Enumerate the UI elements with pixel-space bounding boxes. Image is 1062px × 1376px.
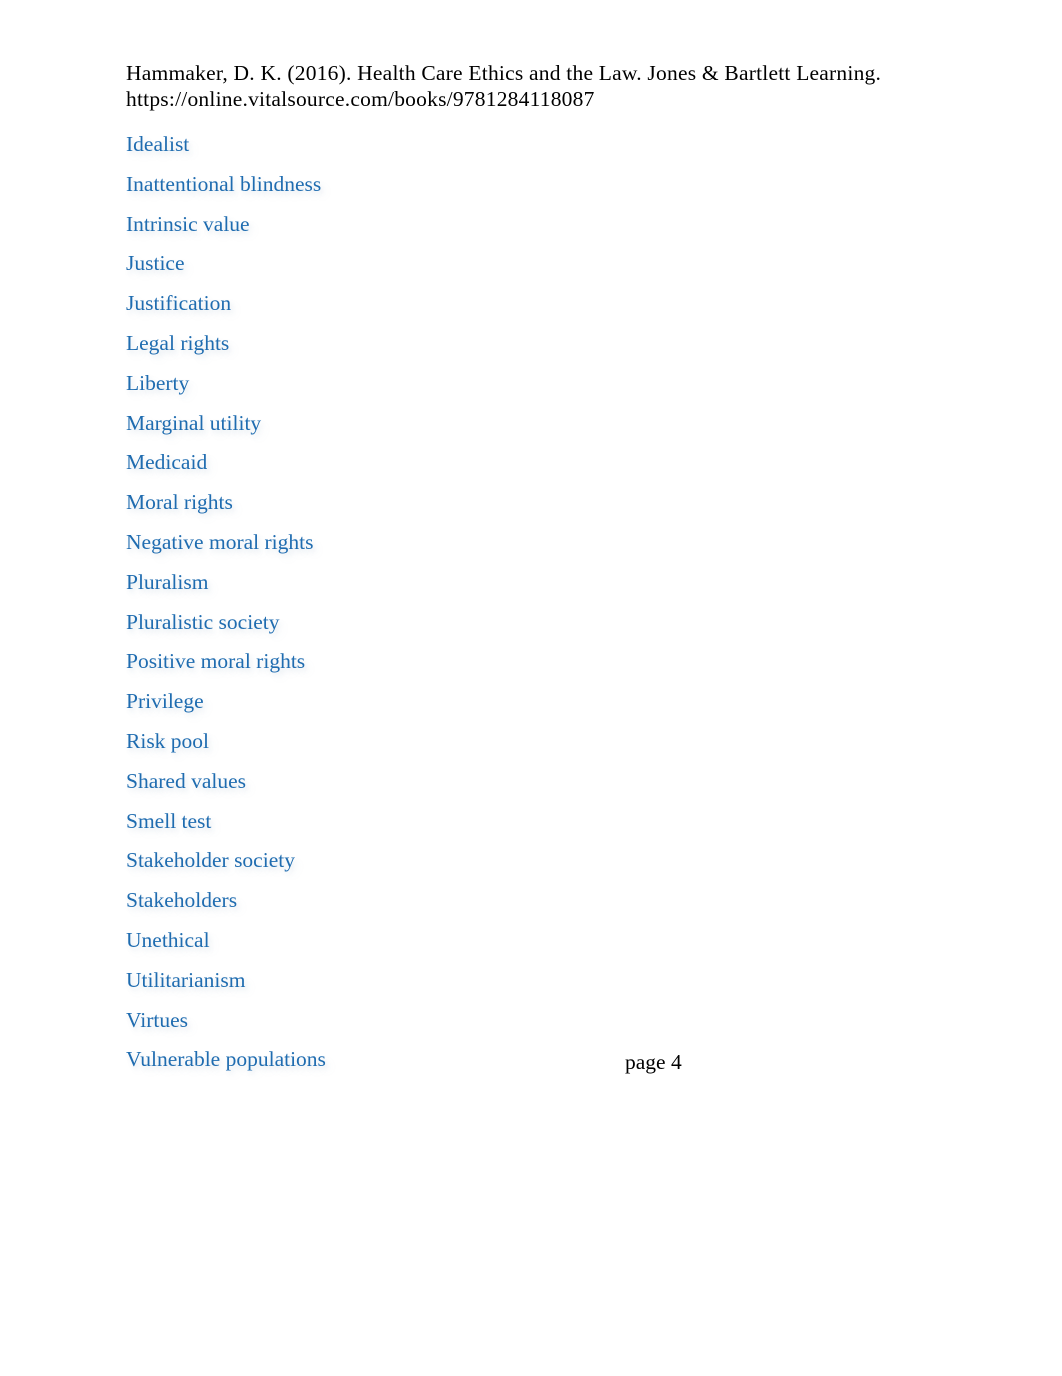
- glossary-term-label[interactable]: Intrinsic value: [126, 211, 250, 237]
- glossary-term-item[interactable]: Stakeholders: [126, 887, 966, 927]
- glossary-term-item[interactable]: Medicaid: [126, 449, 966, 489]
- citation-header: Hammaker, D. K. (2016). Health Care Ethi…: [126, 61, 926, 112]
- glossary-term-label[interactable]: Stakeholder society: [126, 847, 295, 873]
- glossary-term-item[interactable]: Liberty: [126, 370, 966, 410]
- glossary-term-item[interactable]: Shared values: [126, 768, 966, 808]
- glossary-term-label[interactable]: Positive moral rights: [126, 648, 305, 674]
- glossary-term-item[interactable]: Moral rights: [126, 489, 966, 529]
- glossary-term-item[interactable]: Positive moral rights: [126, 648, 966, 688]
- glossary-term-item[interactable]: Privilege: [126, 688, 966, 728]
- glossary-term-item[interactable]: Intrinsic value: [126, 211, 966, 251]
- document-page: Hammaker, D. K. (2016). Health Care Ethi…: [0, 0, 1062, 1376]
- glossary-term-item[interactable]: Justice: [126, 250, 966, 290]
- glossary-term-label[interactable]: Medicaid: [126, 449, 207, 475]
- glossary-term-label[interactable]: Stakeholders: [126, 887, 237, 913]
- glossary-term-item[interactable]: Utilitarianism: [126, 967, 966, 1007]
- glossary-term-item[interactable]: Vulnerable populations: [126, 1046, 966, 1086]
- glossary-term-label[interactable]: Justification: [126, 290, 231, 316]
- glossary-term-item[interactable]: Legal rights: [126, 330, 966, 370]
- glossary-term-label[interactable]: Justice: [126, 250, 185, 276]
- glossary-term-item[interactable]: Idealist: [126, 131, 966, 171]
- glossary-term-label[interactable]: Virtues: [126, 1007, 188, 1033]
- glossary-term-label[interactable]: Inattentional blindness: [126, 171, 321, 197]
- glossary-term-item[interactable]: Risk pool: [126, 728, 966, 768]
- glossary-term-label[interactable]: Liberty: [126, 370, 189, 396]
- glossary-term-label[interactable]: Privilege: [126, 688, 204, 714]
- glossary-term-item[interactable]: Pluralism: [126, 569, 966, 609]
- glossary-term-label[interactable]: Shared values: [126, 768, 246, 794]
- citation-reference-line: Hammaker, D. K. (2016). Health Care Ethi…: [126, 61, 882, 85]
- glossary-term-label[interactable]: Idealist: [126, 131, 189, 157]
- glossary-term-item[interactable]: Inattentional blindness: [126, 171, 966, 211]
- glossary-term-label[interactable]: Unethical: [126, 927, 210, 953]
- glossary-term-label[interactable]: Marginal utility: [126, 410, 261, 436]
- glossary-term-label[interactable]: Pluralism: [126, 569, 208, 595]
- glossary-term-label[interactable]: Legal rights: [126, 330, 229, 356]
- glossary-term-item[interactable]: Stakeholder society: [126, 847, 966, 887]
- glossary-term-label[interactable]: Pluralistic society: [126, 609, 279, 635]
- glossary-term-list: Idealist Inattentional blindness Intrinsic…: [126, 131, 966, 1086]
- glossary-term-label[interactable]: Vulnerable populations: [126, 1046, 326, 1072]
- glossary-term-item[interactable]: Negative moral rights: [126, 529, 966, 569]
- glossary-term-label[interactable]: Negative moral rights: [126, 529, 313, 555]
- glossary-term-item[interactable]: Marginal utility: [126, 410, 966, 450]
- glossary-term-item[interactable]: Virtues: [126, 1007, 966, 1047]
- glossary-term-item[interactable]: Unethical: [126, 927, 966, 967]
- glossary-term-label[interactable]: Smell test: [126, 808, 211, 834]
- glossary-term-label[interactable]: Risk pool: [126, 728, 209, 754]
- glossary-term-item[interactable]: Smell test: [126, 808, 966, 848]
- glossary-term-item[interactable]: Pluralistic society: [126, 609, 966, 649]
- glossary-term-item[interactable]: Justification: [126, 290, 966, 330]
- page-number-marker: page 4: [625, 1050, 682, 1074]
- citation-url-line: https://online.vitalsource.com/books/978…: [126, 86, 595, 111]
- glossary-term-label[interactable]: Moral rights: [126, 489, 233, 515]
- glossary-term-label[interactable]: Utilitarianism: [126, 967, 245, 993]
